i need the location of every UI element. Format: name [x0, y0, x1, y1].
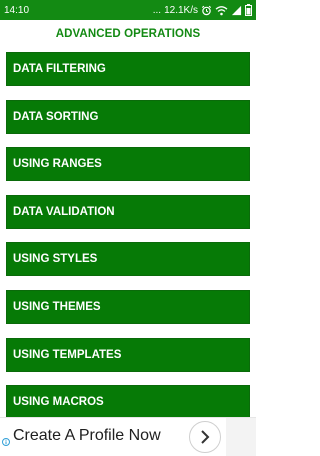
wifi-icon: [215, 5, 228, 16]
info-icon[interactable]: [2, 433, 10, 446]
data-sorting-button[interactable]: DATA SORTING: [6, 99, 250, 134]
battery-icon: [245, 4, 252, 16]
using-macros-button[interactable]: USING MACROS: [6, 385, 250, 420]
data-validation-button[interactable]: DATA VALIDATION: [6, 194, 250, 229]
network-speed: 12.1K/s: [164, 4, 198, 16]
ad-banner[interactable]: Create A Profile Now: [0, 417, 256, 456]
status-time: 14:10: [4, 4, 30, 16]
page-title: ADVANCED OPERATIONS: [55, 28, 201, 40]
data-filtering-button[interactable]: DATA FILTERING: [6, 52, 250, 86]
using-ranges-button[interactable]: USING RANGES: [6, 147, 250, 182]
status-more: ...: [152, 4, 162, 16]
chevron-right-icon[interactable]: [189, 421, 221, 453]
ad-edge: [226, 418, 256, 456]
operations-menu: DATA FILTERING DATA SORTING USING RANGES…: [6, 52, 250, 433]
using-themes-button[interactable]: USING THEMES: [6, 289, 250, 324]
ad-text[interactable]: Create A Profile Now: [13, 427, 161, 445]
status-indicators: ... 12.1K/s: [153, 4, 252, 16]
using-templates-button[interactable]: USING TEMPLATES: [6, 337, 250, 372]
using-styles-button[interactable]: USING STYLES: [6, 242, 250, 277]
status-bar: 14:10 ... 12.1K/s: [0, 0, 256, 20]
alarm-clock-icon: [201, 5, 212, 16]
signal-icon: [231, 5, 242, 16]
